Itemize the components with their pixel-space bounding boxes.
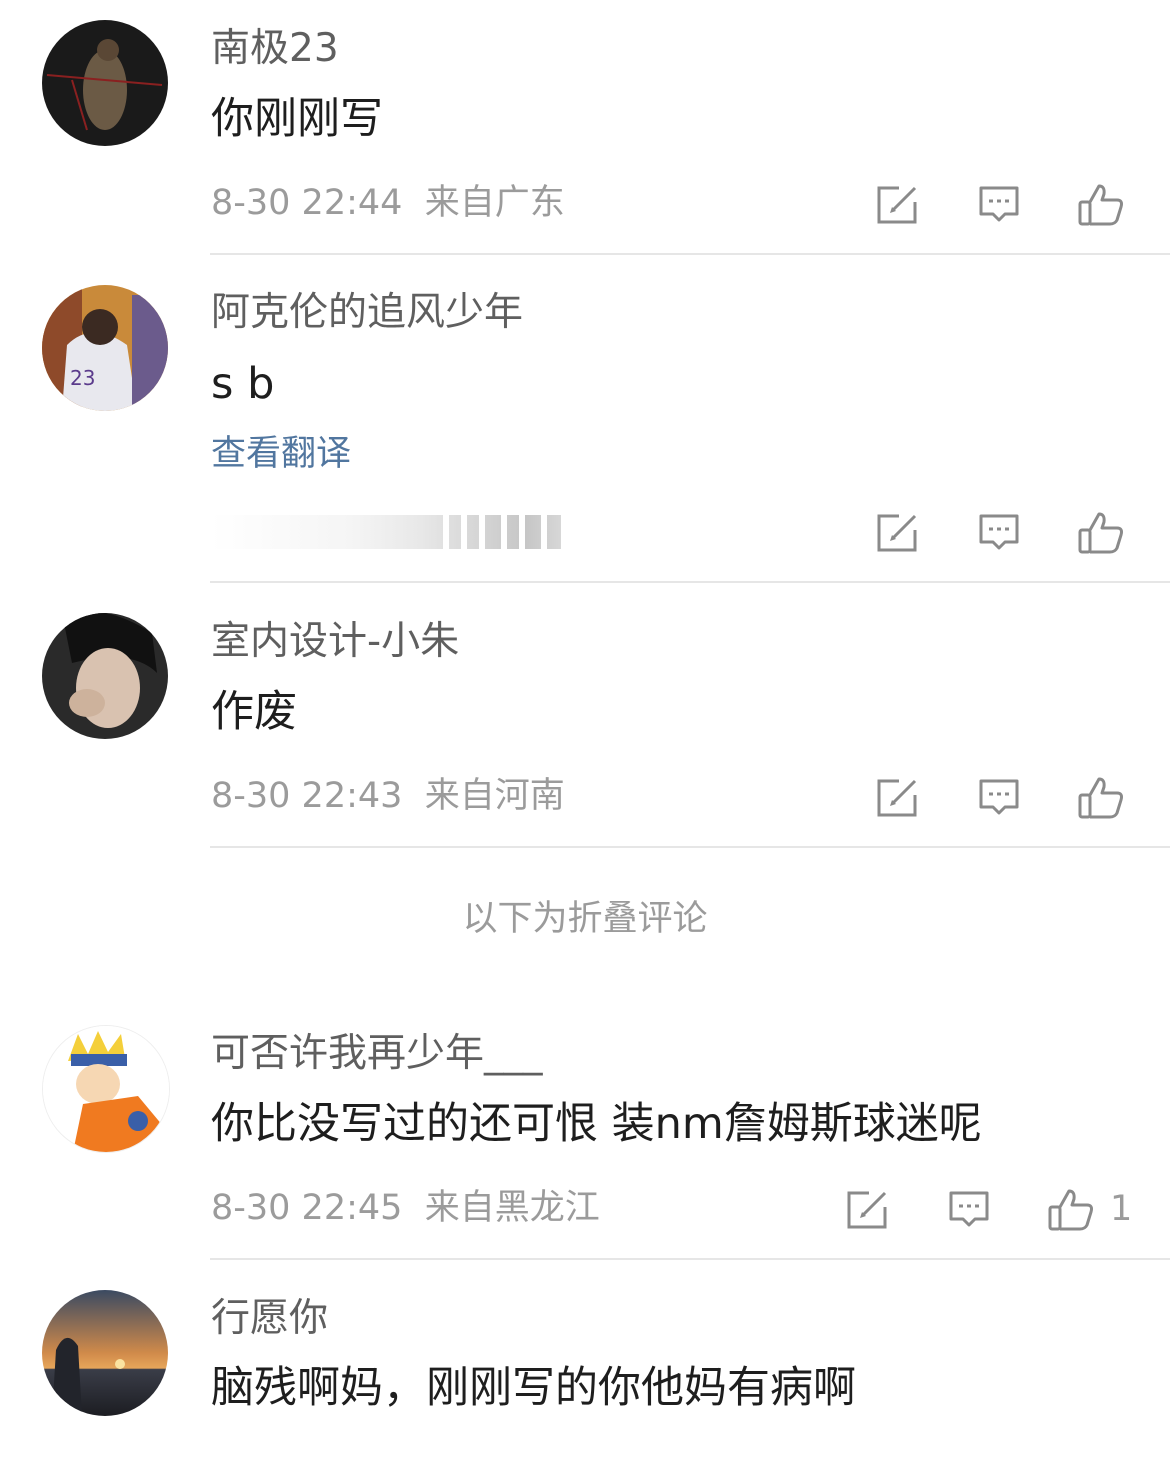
divider bbox=[210, 1258, 1170, 1260]
like-icon[interactable] bbox=[1047, 1185, 1095, 1233]
comment-username[interactable]: 阿克伦的追风少年 bbox=[211, 290, 523, 336]
like-icon[interactable] bbox=[1077, 773, 1125, 821]
edit-icon[interactable] bbox=[843, 1185, 891, 1233]
reply-icon[interactable] bbox=[975, 508, 1023, 556]
svg-text:23: 23 bbox=[70, 366, 95, 390]
reply-icon[interactable] bbox=[975, 180, 1023, 228]
reply-icon[interactable] bbox=[975, 773, 1023, 821]
comment-text: s b bbox=[211, 359, 275, 409]
comment-text: 你比没写过的还可恨 装nm詹姆斯球迷呢 bbox=[211, 1099, 982, 1149]
reply-icon[interactable] bbox=[945, 1185, 993, 1233]
comment-text: 脑残啊妈，刚刚写的你他妈有病啊 bbox=[211, 1363, 856, 1413]
translate-link[interactable]: 查看翻译 bbox=[211, 433, 351, 475]
divider bbox=[210, 253, 1170, 255]
like-count: 1 bbox=[1110, 1189, 1133, 1229]
comment-actions bbox=[0, 508, 1170, 556]
comment-username[interactable]: 可否许我再少年___ bbox=[211, 1031, 543, 1077]
folded-comments-label[interactable]: 以下为折叠评论 bbox=[0, 896, 1170, 942]
avatar[interactable] bbox=[42, 20, 168, 146]
comment-actions: 1 bbox=[0, 1185, 1170, 1233]
edit-icon[interactable] bbox=[873, 508, 921, 556]
comment-actions bbox=[0, 773, 1170, 821]
divider bbox=[210, 581, 1170, 583]
comment-text: 你刚刚写 bbox=[211, 94, 383, 144]
comment-username[interactable]: 南极23 bbox=[211, 26, 339, 72]
avatar[interactable] bbox=[42, 1290, 168, 1416]
comment-text: 作废 bbox=[211, 687, 297, 737]
avatar[interactable] bbox=[42, 1025, 170, 1153]
like-icon[interactable] bbox=[1077, 180, 1125, 228]
comment-username[interactable]: 室内设计-小朱 bbox=[211, 619, 459, 665]
divider bbox=[210, 846, 1170, 848]
avatar[interactable] bbox=[42, 613, 168, 739]
like-icon[interactable] bbox=[1077, 508, 1125, 556]
edit-icon[interactable] bbox=[873, 773, 921, 821]
comment-username[interactable]: 行愿你 bbox=[211, 1296, 328, 1342]
avatar[interactable]: 23 bbox=[42, 285, 168, 411]
comment-actions bbox=[0, 180, 1170, 228]
edit-icon[interactable] bbox=[873, 180, 921, 228]
